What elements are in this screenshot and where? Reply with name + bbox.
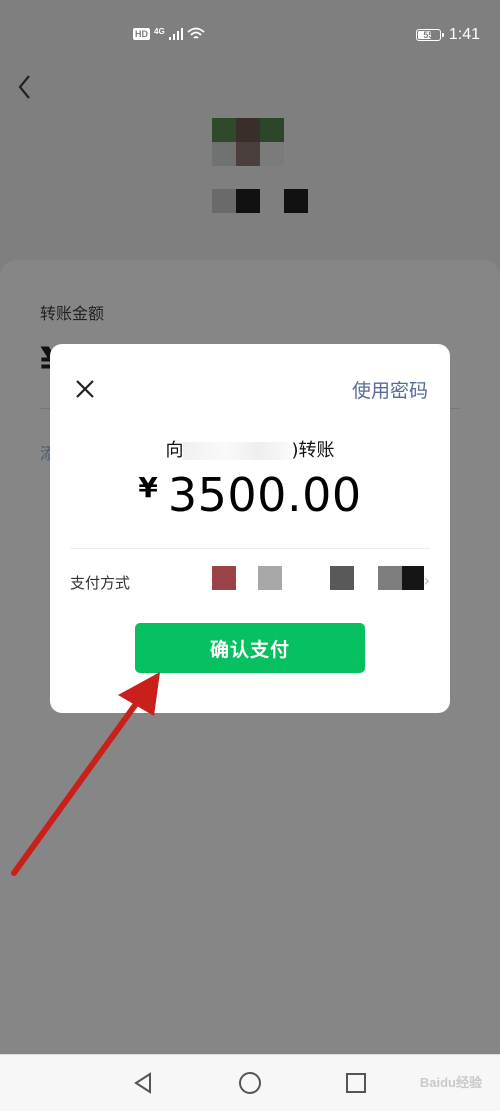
wifi-icon <box>187 27 205 39</box>
confirm-pay-button[interactable]: 确认支付 <box>135 623 365 673</box>
payment-method-label: 支付方式 <box>70 574 131 592</box>
nav-recents-icon[interactable] <box>341 1068 371 1098</box>
battery-icon: 55 <box>415 29 444 41</box>
payment-dialog: 使用密码 向 )转账 ¥3500.00 支付方式 › 确认支付 <box>50 344 450 713</box>
status-left-icons: HD 4G <box>133 27 205 41</box>
divider <box>70 548 430 549</box>
nav-back-icon[interactable] <box>129 1068 159 1098</box>
status-right: 55 1:41 <box>415 26 480 44</box>
signal-icon <box>168 28 183 40</box>
use-password-link[interactable]: 使用密码 <box>352 376 428 403</box>
amount-currency-symbol: ¥ <box>138 471 158 504</box>
payee-name-redacted <box>212 189 312 213</box>
clock: 1:41 <box>448 26 480 43</box>
back-chevron-icon[interactable] <box>14 72 36 102</box>
payment-method-redacted[interactable] <box>212 566 428 590</box>
amount-value: 3500.00 <box>167 468 362 522</box>
battery-level: 55 <box>423 30 434 40</box>
payee-prefix: 向 <box>165 440 184 461</box>
nav-home-icon[interactable] <box>235 1068 265 1098</box>
payee-line: 向 )转账 <box>50 436 450 462</box>
network-type: 4G <box>154 26 165 36</box>
status-bar: HD 4G 55 1:41 <box>0 0 500 70</box>
amount-label: 转账金额 <box>40 304 105 323</box>
hd-badge: HD <box>133 28 150 40</box>
system-nav-bar: Baidu经验 <box>0 1054 500 1111</box>
close-icon[interactable] <box>74 378 96 400</box>
watermark: Baidu经验 <box>419 1075 482 1090</box>
avatar <box>212 118 284 166</box>
payee-redacted <box>183 442 292 460</box>
payment-amount: ¥3500.00 <box>50 468 450 522</box>
payee-suffix: )转账 <box>291 440 335 461</box>
chevron-right-icon: › <box>423 571 430 590</box>
